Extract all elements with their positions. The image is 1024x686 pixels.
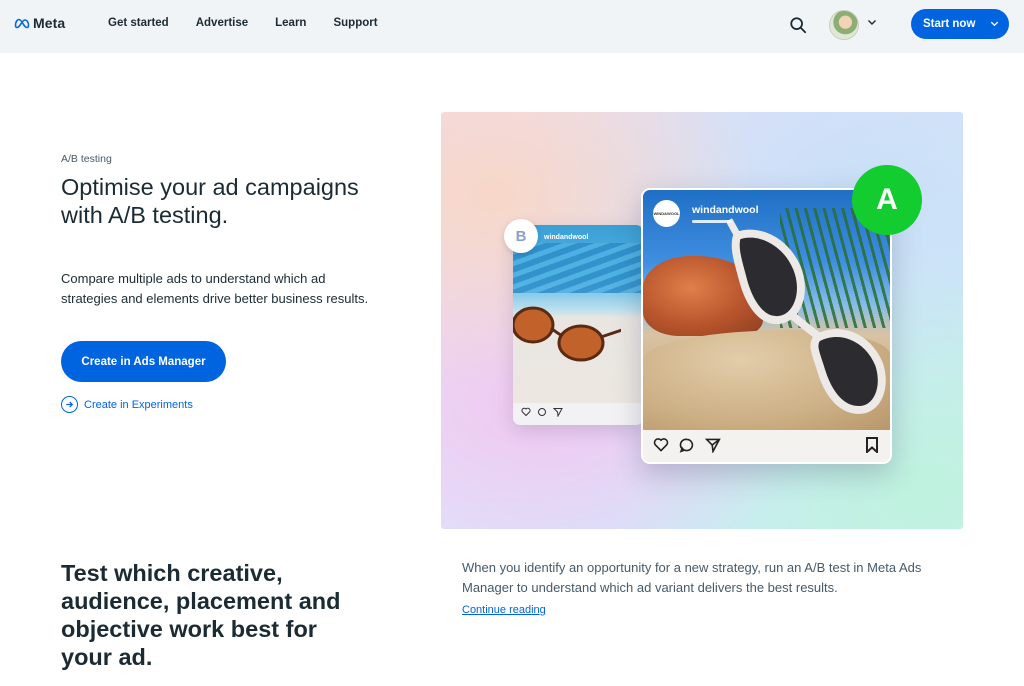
meta-logo-icon xyxy=(14,18,30,28)
nav-link-support[interactable]: Support xyxy=(333,17,377,29)
account-logo: WIND&WOOL xyxy=(653,200,680,227)
sunglasses-image-a xyxy=(727,218,886,415)
start-now-label: Start now xyxy=(923,18,976,30)
ad-card-variant-b: windandwool xyxy=(513,225,643,425)
variant-b-badge: B xyxy=(504,219,538,253)
top-navigation: Meta Get started Advertise Learn Support… xyxy=(0,0,1024,53)
section-description: When you identify an opportunity for a n… xyxy=(462,560,922,595)
hero-description: Compare multiple ads to understand which… xyxy=(61,271,369,306)
comment-icon xyxy=(679,438,694,453)
eyebrow-label: A/B testing xyxy=(61,153,112,165)
share-icon xyxy=(553,408,563,417)
create-in-experiments-link[interactable]: Create in Experiments xyxy=(61,396,193,413)
page-title: Optimise your ad campaigns with A/B test… xyxy=(61,174,359,228)
nav-link-get-started[interactable]: Get started xyxy=(108,17,169,29)
ad-card-variant-a: WIND&WOOL windandwool xyxy=(641,188,892,464)
nav-link-learn[interactable]: Learn xyxy=(275,17,306,29)
account-name-a: windandwool xyxy=(692,204,759,216)
brand-name: Meta xyxy=(33,15,66,31)
meta-logo[interactable]: Meta xyxy=(14,15,65,31)
post-actions-a xyxy=(653,437,721,453)
variant-a-badge: A xyxy=(852,165,922,235)
sunglasses-image-b xyxy=(513,306,621,362)
share-icon xyxy=(705,438,721,453)
arrow-right-circle-icon xyxy=(61,396,78,413)
nav-link-advertise[interactable]: Advertise xyxy=(196,17,248,29)
create-in-ads-manager-label: Create in Ads Manager xyxy=(81,355,206,368)
heart-icon xyxy=(653,438,669,452)
bookmark-icon xyxy=(866,437,878,453)
post-actions-b xyxy=(521,407,563,417)
start-now-button[interactable]: Start now xyxy=(911,9,1009,39)
nav-links: Get started Advertise Learn Support xyxy=(108,17,405,29)
create-in-experiments-label: Create in Experiments xyxy=(84,398,193,411)
continue-reading-link[interactable]: Continue reading xyxy=(462,604,546,616)
chevron-down-icon xyxy=(990,21,999,27)
avatar[interactable] xyxy=(829,10,859,40)
search-icon[interactable] xyxy=(789,16,807,34)
create-in-ads-manager-button[interactable]: Create in Ads Manager xyxy=(61,341,226,382)
section-title: Test which creative, audience, placement… xyxy=(61,560,341,670)
ab-test-illustration: windandwool B WIND&WOOL windandwool A xyxy=(441,112,963,529)
chevron-down-icon[interactable] xyxy=(866,16,878,28)
pool-water xyxy=(513,243,643,293)
comment-icon xyxy=(538,408,546,416)
heart-icon xyxy=(521,407,531,417)
account-name-b: windandwool xyxy=(544,234,589,241)
subtitle-placeholder-bar xyxy=(692,220,732,223)
